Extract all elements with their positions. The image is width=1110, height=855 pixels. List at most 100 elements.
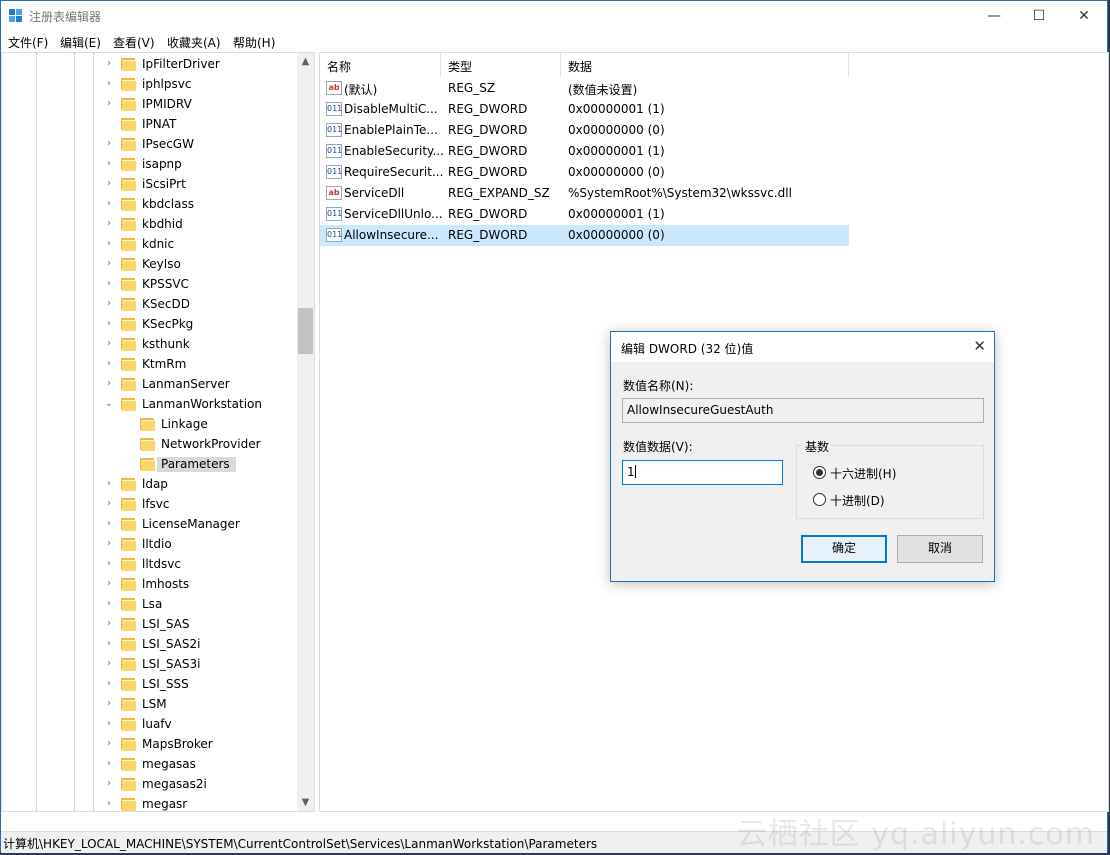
chevron-right-icon[interactable]: › (103, 78, 115, 90)
maximize-button[interactable]: ☐ (1016, 1, 1062, 31)
tree-item[interactable]: › megasr (2, 795, 296, 811)
tree-item[interactable]: › ksthunk (2, 335, 296, 355)
title-bar[interactable]: 注册表编辑器 — ☐ ✕ (1, 1, 1107, 31)
chevron-right-icon[interactable]: › (103, 658, 115, 670)
minimize-button[interactable]: — (971, 1, 1017, 31)
chevron-right-icon[interactable]: › (103, 738, 115, 750)
tree-item[interactable]: › LSI_SAS3i (2, 655, 296, 675)
cancel-button[interactable]: 取消 (897, 535, 983, 563)
chevron-right-icon[interactable]: › (103, 238, 115, 250)
value-row[interactable]: 011 RequireSecurit... REG_DWORD 0x00000000 … (320, 162, 849, 183)
tree-item[interactable]: › kbdclass (2, 195, 296, 215)
tree-item[interactable]: › LSI_SAS (2, 615, 296, 635)
chevron-right-icon[interactable]: › (103, 58, 115, 70)
tree-item[interactable]: › KSecDD (2, 295, 296, 315)
chevron-right-icon[interactable]: › (103, 178, 115, 190)
chevron-right-icon[interactable]: › (103, 278, 115, 290)
menu-edit[interactable]: 编辑(E) (60, 34, 101, 51)
close-button[interactable]: ✕ (1061, 1, 1107, 31)
value-row[interactable]: 011 EnableSecurity... REG_DWORD 0x00000001 … (320, 141, 849, 162)
chevron-right-icon[interactable]: › (103, 298, 115, 310)
tree-item[interactable]: › lfsvc (2, 495, 296, 515)
tree-item[interactable]: › iScsiPrt (2, 175, 296, 195)
tree-item[interactable]: › kbdhid (2, 215, 296, 235)
tree-item[interactable]: › IPMIDRV (2, 95, 296, 115)
chevron-right-icon[interactable]: › (103, 478, 115, 490)
decimal-radio[interactable] (813, 493, 826, 506)
menu-view[interactable]: 查看(V) (113, 34, 155, 51)
tree-item[interactable]: › isapnp (2, 155, 296, 175)
chevron-right-icon[interactable]: › (103, 318, 115, 330)
value-row[interactable]: ab (默认) REG_SZ (数值未设置) (320, 78, 849, 99)
menu-file[interactable]: 文件(F) (8, 34, 48, 51)
tree-item[interactable]: › LanmanServer (2, 375, 296, 395)
tree-item[interactable]: › KSecPkg (2, 315, 296, 335)
tree-item[interactable]: › KtmRm (2, 355, 296, 375)
value-name-field[interactable]: AllowInsecureGuestAuth (622, 398, 984, 423)
chevron-right-icon[interactable]: › (103, 498, 115, 510)
chevron-down-icon[interactable]: ⌄ (103, 398, 115, 410)
tree-item[interactable]: NetworkProvider (2, 435, 296, 455)
key-tree-pane[interactable]: › IpFilterDriver › iphlpsvc › IPMIDRV IPNAT › IP… (1, 52, 315, 812)
chevron-right-icon[interactable]: › (103, 138, 115, 150)
chevron-right-icon[interactable]: › (103, 258, 115, 270)
tree-item[interactable]: › LSI_SAS2i (2, 635, 296, 655)
chevron-right-icon[interactable]: › (103, 798, 115, 810)
chevron-right-icon[interactable]: › (103, 218, 115, 230)
tree-item[interactable]: › megasas2i (2, 775, 296, 795)
chevron-right-icon[interactable]: › (103, 578, 115, 590)
chevron-right-icon[interactable]: › (103, 558, 115, 570)
value-row[interactable]: ab ServiceDll REG_EXPAND_SZ %SystemRoot%\Sy… (320, 183, 849, 204)
tree-item[interactable]: › LSM (2, 695, 296, 715)
value-row[interactable]: 011 EnablePlainTe... REG_DWORD 0x00000000 (… (320, 120, 849, 141)
tree-item[interactable]: › KeyIso (2, 255, 296, 275)
dialog-close-icon[interactable]: ✕ (973, 337, 986, 355)
menu-help[interactable]: 帮助(H) (233, 34, 275, 51)
tree-item[interactable]: › lltdio (2, 535, 296, 555)
scroll-down-arrow-icon[interactable]: ▼ (297, 794, 314, 811)
chevron-right-icon[interactable]: › (103, 698, 115, 710)
menu-favorites[interactable]: 收藏夹(A) (167, 34, 221, 51)
chevron-right-icon[interactable]: › (103, 158, 115, 170)
chevron-right-icon[interactable]: › (103, 718, 115, 730)
chevron-right-icon[interactable]: › (103, 198, 115, 210)
value-row[interactable]: 011 DisableMultiC... REG_DWORD 0x00000001 (… (320, 99, 849, 120)
chevron-right-icon[interactable]: › (103, 358, 115, 370)
tree-item[interactable]: › lmhosts (2, 575, 296, 595)
chevron-right-icon[interactable]: › (103, 378, 115, 390)
chevron-right-icon[interactable]: › (103, 758, 115, 770)
chevron-right-icon[interactable]: › (103, 98, 115, 110)
tree-item[interactable]: › iphlpsvc (2, 75, 296, 95)
tree-item[interactable]: Linkage (2, 415, 296, 435)
hex-radio[interactable] (813, 466, 826, 479)
tree-item[interactable]: › ldap (2, 475, 296, 495)
scrollbar-thumb[interactable] (298, 308, 313, 354)
column-data-header[interactable]: 数据 (561, 53, 849, 77)
chevron-right-icon[interactable]: › (103, 778, 115, 790)
chevron-right-icon[interactable]: › (103, 678, 115, 690)
tree-item[interactable]: › LicenseManager (2, 515, 296, 535)
dialog-title-bar[interactable]: 编辑 DWORD (32 位)值 ✕ (611, 332, 994, 362)
value-row[interactable]: 011 ServiceDllUnlo... REG_DWORD 0x00000001 … (320, 204, 849, 225)
column-type-header[interactable]: 类型 (441, 53, 561, 77)
scroll-up-arrow-icon[interactable]: ▲ (297, 53, 314, 70)
column-name-header[interactable]: 名称 (320, 53, 441, 77)
tree-item[interactable]: ⌄ LanmanWorkstation (2, 395, 296, 415)
ok-button[interactable]: 确定 (801, 535, 887, 563)
chevron-right-icon[interactable]: › (103, 538, 115, 550)
tree-item[interactable]: › lltdsvc (2, 555, 296, 575)
tree-scrollbar[interactable]: ▲ ▼ (297, 53, 314, 811)
chevron-right-icon[interactable]: › (103, 518, 115, 530)
tree-item[interactable]: › LSI_SSS (2, 675, 296, 695)
chevron-right-icon[interactable]: › (103, 338, 115, 350)
tree-item[interactable]: › IpFilterDriver (2, 55, 296, 75)
tree-item[interactable]: Parameters (2, 455, 296, 475)
tree-item[interactable]: › megasas (2, 755, 296, 775)
tree-item[interactable]: › KPSSVC (2, 275, 296, 295)
value-row[interactable]: 011 AllowInsecure... REG_DWORD 0x00000000 (… (320, 225, 849, 246)
tree-item[interactable]: › kdnic (2, 235, 296, 255)
chevron-right-icon[interactable]: › (103, 618, 115, 630)
tree-item[interactable]: › Lsa (2, 595, 296, 615)
value-data-field[interactable]: 1 (622, 460, 783, 485)
chevron-right-icon[interactable]: › (103, 598, 115, 610)
